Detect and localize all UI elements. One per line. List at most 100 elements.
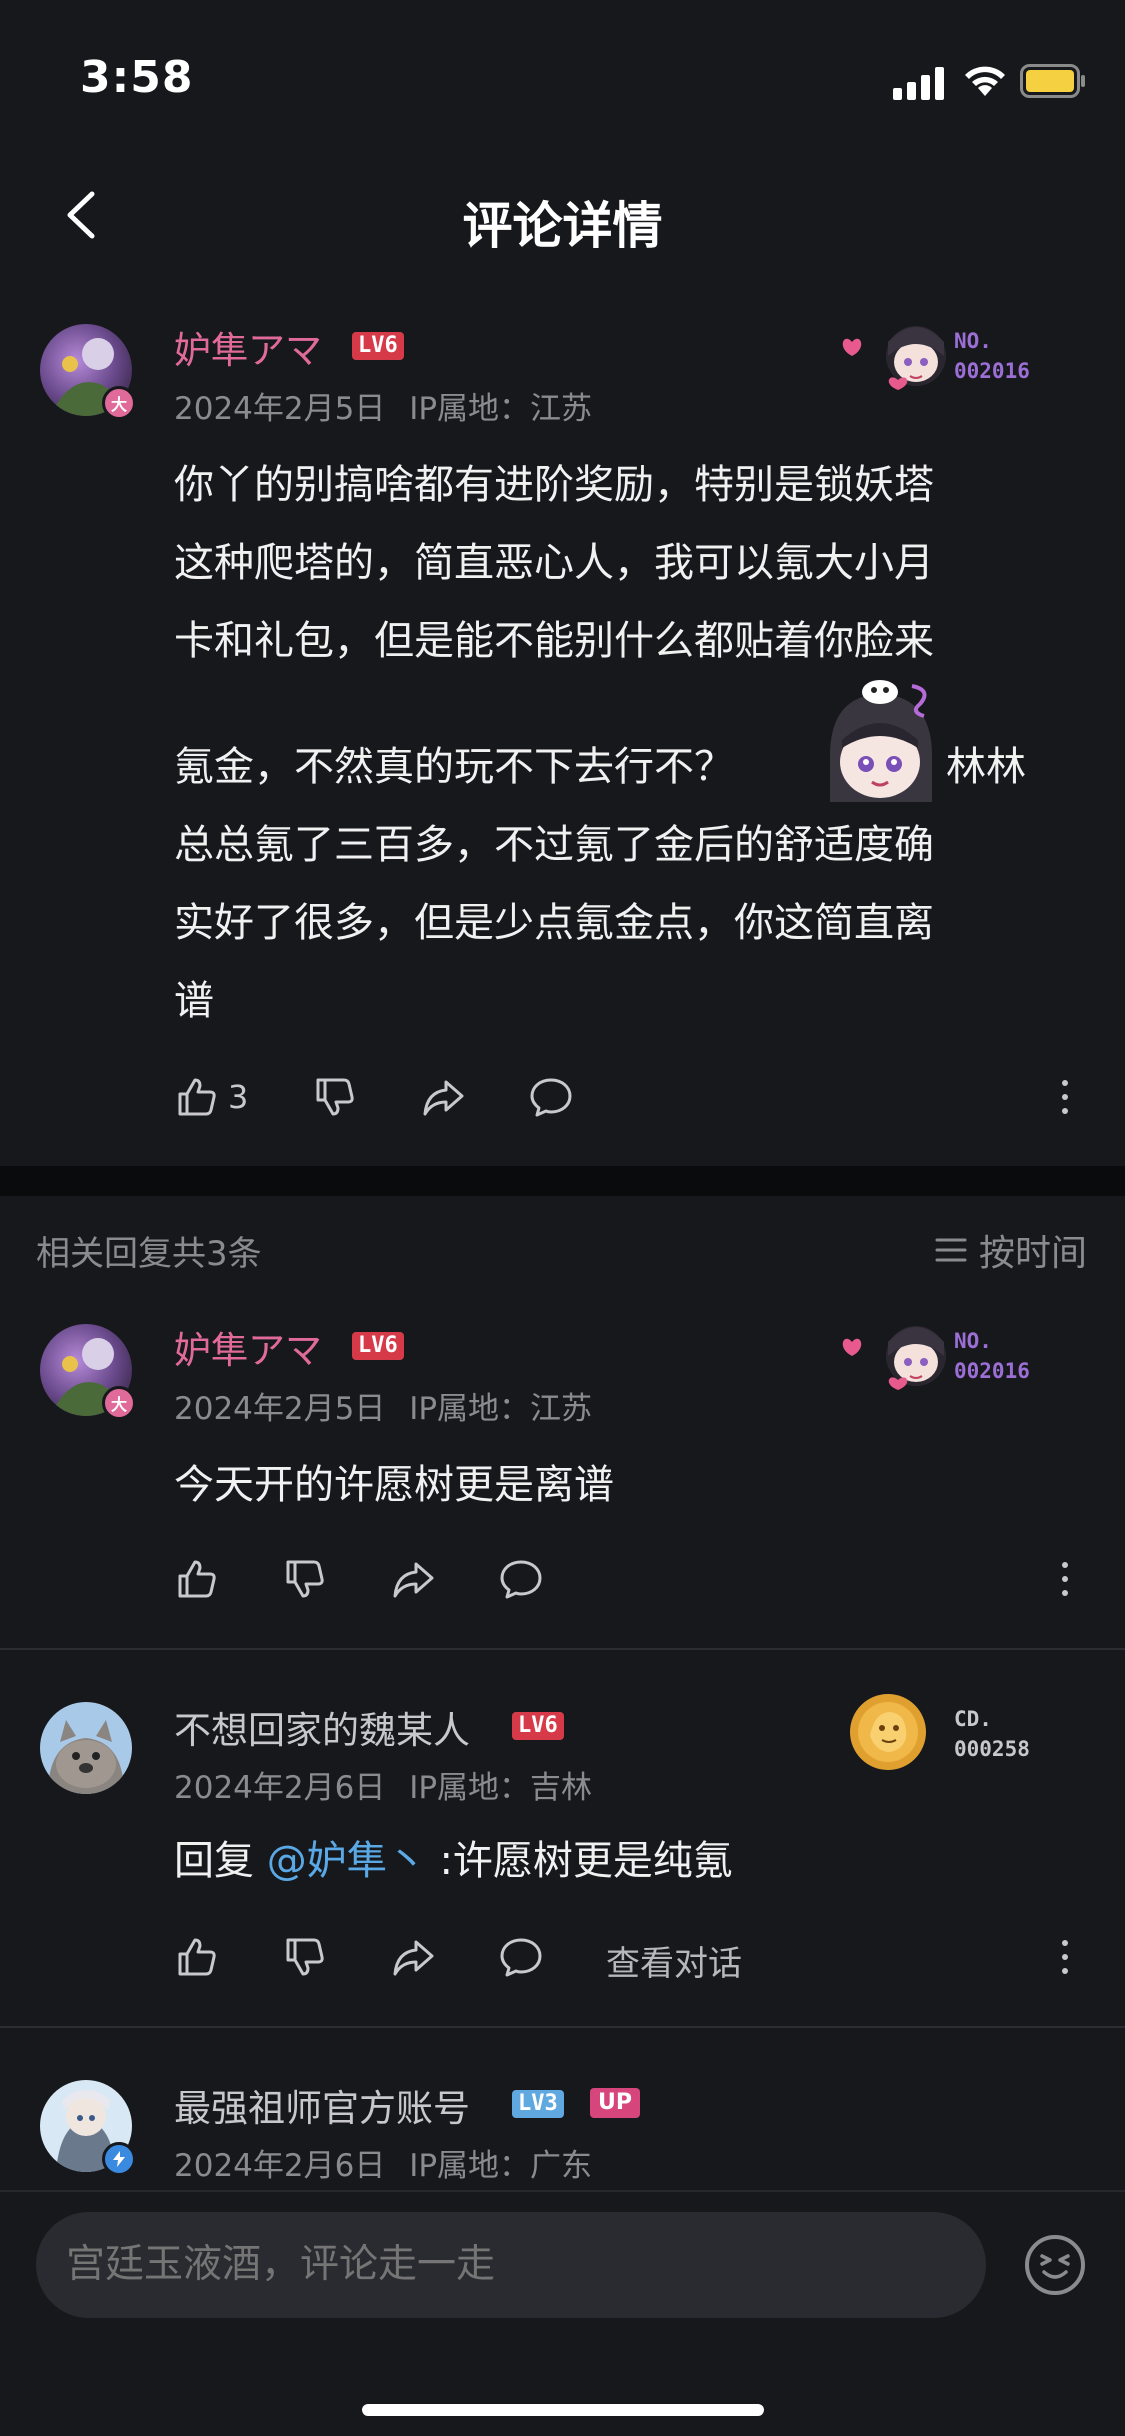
level-badge: LV6 <box>352 332 404 360</box>
battery-icon <box>1020 64 1085 98</box>
reply-button[interactable] <box>498 1934 544 1980</box>
level-badge: LV6 <box>352 1332 404 1360</box>
replies-count: 相关回复共3条 <box>36 1234 262 1274</box>
share-icon <box>393 1940 434 1976</box>
comment-composer <box>0 2190 1125 2436</box>
comment-text-line: 你丫的别搞啥都有进阶奖励，特别是锁妖塔 <box>174 462 934 508</box>
comment-text-line: 这种爬塔的，简直恶心人，我可以氪大小月 <box>174 540 934 586</box>
share-button[interactable] <box>390 1934 436 1980</box>
dislike-button[interactable] <box>282 1556 328 1602</box>
level-badge: LV6 <box>512 1712 564 1740</box>
comment-meta: 2024年2月6日 IP属地：吉林 <box>174 1762 592 1807</box>
emoji-icon[interactable] <box>1022 2232 1088 2298</box>
fan-medal[interactable]: NO. 002016 <box>840 312 1060 392</box>
comment-text-line: 氪金，不然真的玩不下去行不？ <box>174 744 734 790</box>
avatar[interactable]: 大 <box>40 324 136 420</box>
medal-number: 002016 <box>954 359 1030 383</box>
more-options-icon[interactable] <box>1050 1934 1080 1980</box>
comment-text-line: 卡和礼包，但是能不能别什么都贴着你脸来 <box>174 618 934 664</box>
replies-header: 相关回复共3条 按时间 <box>0 1196 1125 1296</box>
more-options-icon[interactable] <box>1050 1556 1080 1602</box>
avatar-badge: 大 <box>102 386 136 420</box>
section-divider <box>0 1166 1125 1196</box>
cellular-signal-icon <box>893 66 945 100</box>
divider <box>0 2026 1125 2028</box>
up-badge: UP <box>590 2088 640 2118</box>
like-button[interactable] <box>174 1934 220 1980</box>
reply-text: 今天开的许愿树更是离谱 <box>174 1462 614 1508</box>
verified-badge-icon <box>102 2142 136 2176</box>
like-button[interactable]: 3 <box>174 1074 248 1120</box>
divider <box>0 1648 1125 1650</box>
dislike-button[interactable] <box>312 1074 358 1120</box>
view-conversation-link[interactable]: 查看对话 <box>606 1936 742 1985</box>
mention-link[interactable]: @妒隼丶 <box>267 1838 427 1884</box>
comment-text-line: 林林 <box>946 744 1026 790</box>
comment-date: 2024年2月5日 <box>174 1391 386 1427</box>
comment-input[interactable] <box>36 2212 986 2318</box>
thumbs-up-icon <box>178 1938 216 1976</box>
avatar[interactable]: 大 <box>40 1324 136 1420</box>
comment-date: 2024年2月5日 <box>174 391 386 427</box>
username[interactable]: 最强祖师官方账号 <box>174 2078 470 2132</box>
comment-text-line: 谱 <box>174 978 214 1024</box>
avatar[interactable] <box>40 1702 132 1794</box>
status-time: 3:58 <box>80 52 194 103</box>
sticker-emoji-image <box>830 680 932 802</box>
comment-date: 2024年2月6日 <box>174 1770 386 1806</box>
thumbs-down-icon <box>316 1078 354 1116</box>
home-indicator <box>362 2404 764 2416</box>
medal-number: 000258 <box>954 1737 1030 1761</box>
reply-content: :许愿树更是纯氪 <box>439 1838 733 1884</box>
thumbs-down-icon <box>286 1938 324 1976</box>
page-title: 评论详情 <box>462 197 663 255</box>
reply-button[interactable] <box>528 1074 574 1120</box>
avatar[interactable] <box>40 2080 136 2176</box>
comment-bubble-icon <box>530 1078 572 1117</box>
comment-ip: IP属地：江苏 <box>409 391 593 427</box>
comment-date: 2024年2月6日 <box>174 2148 386 2184</box>
reply-text: 回复 @妒隼丶 :许愿树更是纯氪 <box>174 1822 733 1900</box>
thumbs-down-icon <box>286 1560 324 1598</box>
share-button[interactable] <box>420 1074 466 1120</box>
fan-medal[interactable]: CD. 000258 <box>846 1690 1066 1774</box>
comment-bubble-icon <box>500 1938 542 1977</box>
medal-number: 002016 <box>954 1359 1030 1383</box>
username[interactable]: 妒隼アマ <box>174 1320 322 1374</box>
reply-button[interactable] <box>498 1556 544 1602</box>
username[interactable]: 妒隼アマ <box>174 320 322 374</box>
nav-bar: 评论详情 <box>0 160 1125 270</box>
wifi-icon <box>965 66 1005 96</box>
comment-meta: 2024年2月5日 IP属地：江苏 <box>174 383 592 428</box>
medal-label: NO. <box>954 1329 992 1353</box>
thumbs-up-icon <box>178 1560 216 1598</box>
share-button[interactable] <box>390 1556 436 1602</box>
comment-ip: IP属地：吉林 <box>409 1770 593 1806</box>
username[interactable]: 不想回家的魏某人 <box>174 1700 470 1754</box>
more-options-icon[interactable] <box>1050 1074 1080 1120</box>
comment-meta: 2024年2月5日 IP属地：江苏 <box>174 1383 592 1428</box>
sort-label: 按时间 <box>978 1233 1087 1274</box>
like-button[interactable] <box>174 1556 220 1602</box>
thumbs-up-icon <box>178 1078 216 1116</box>
level-badge: LV3 <box>512 2090 564 2118</box>
comment-text-line: 实好了很多，但是少点氪金点，你这简直离 <box>174 900 934 946</box>
status-bar: 3:58 <box>0 0 1125 150</box>
comment-text-line: 总总氪了三百多，不过氪了金后的舒适度确 <box>174 822 934 868</box>
sort-button[interactable]: 按时间 <box>933 1224 1087 1276</box>
comment-meta: 2024年2月6日 IP属地：广东 <box>174 2140 592 2185</box>
fan-medal[interactable]: NO. 002016 <box>840 1312 1060 1392</box>
like-count: 3 <box>228 1078 249 1116</box>
medal-character-icon <box>842 326 946 390</box>
comment-bubble-icon <box>500 1560 542 1599</box>
sort-icon <box>935 1238 967 1262</box>
medal-label: NO. <box>954 329 992 353</box>
medal-coin-icon <box>850 1694 926 1770</box>
medal-character-icon <box>842 1326 946 1390</box>
dislike-button[interactable] <box>282 1934 328 1980</box>
comment-ip: IP属地：江苏 <box>409 1391 593 1427</box>
comment-ip: IP属地：广东 <box>409 2148 593 2184</box>
share-icon <box>423 1080 464 1116</box>
medal-label: CD. <box>954 1707 992 1731</box>
avatar-badge: 大 <box>102 1386 136 1420</box>
